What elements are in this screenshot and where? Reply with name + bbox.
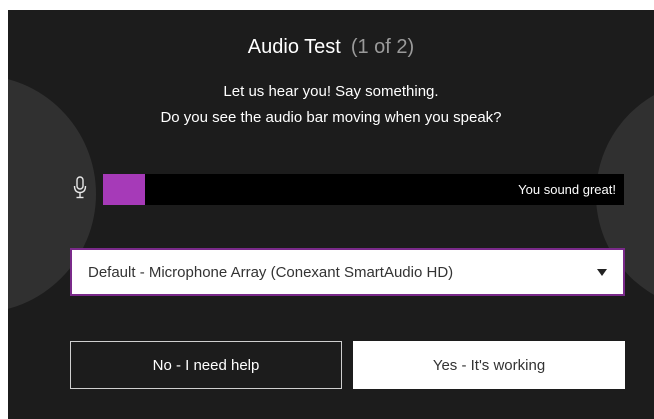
microphone-select[interactable]: Default - Microphone Array (Conexant Sma… [70,248,625,296]
audio-status-text: You sound great! [518,182,616,197]
no-need-help-button[interactable]: No - I need help [70,341,342,389]
dialog-title: Audio Test [247,36,341,58]
instruction-line-2: Do you see the audio bar moving when you… [160,109,502,126]
step-indicator: (1 of 2) [350,36,415,58]
instruction-line-1: Let us hear you! Say something. [223,83,439,100]
microphone-select-value: Default - Microphone Array (Conexant Sma… [88,263,454,281]
audio-level-fill [103,174,145,205]
yes-working-button[interactable]: Yes - It's working [353,341,625,389]
microphone-icon [73,176,87,199]
audio-test-dialog: Audio Test (1 of 2) Let us hear you! Say … [8,10,654,419]
dialog-title-row: Audio Test (1 of 2) [8,36,654,59]
chevron-down-icon [597,268,607,276]
audio-level-meter: You sound great! [103,174,624,205]
